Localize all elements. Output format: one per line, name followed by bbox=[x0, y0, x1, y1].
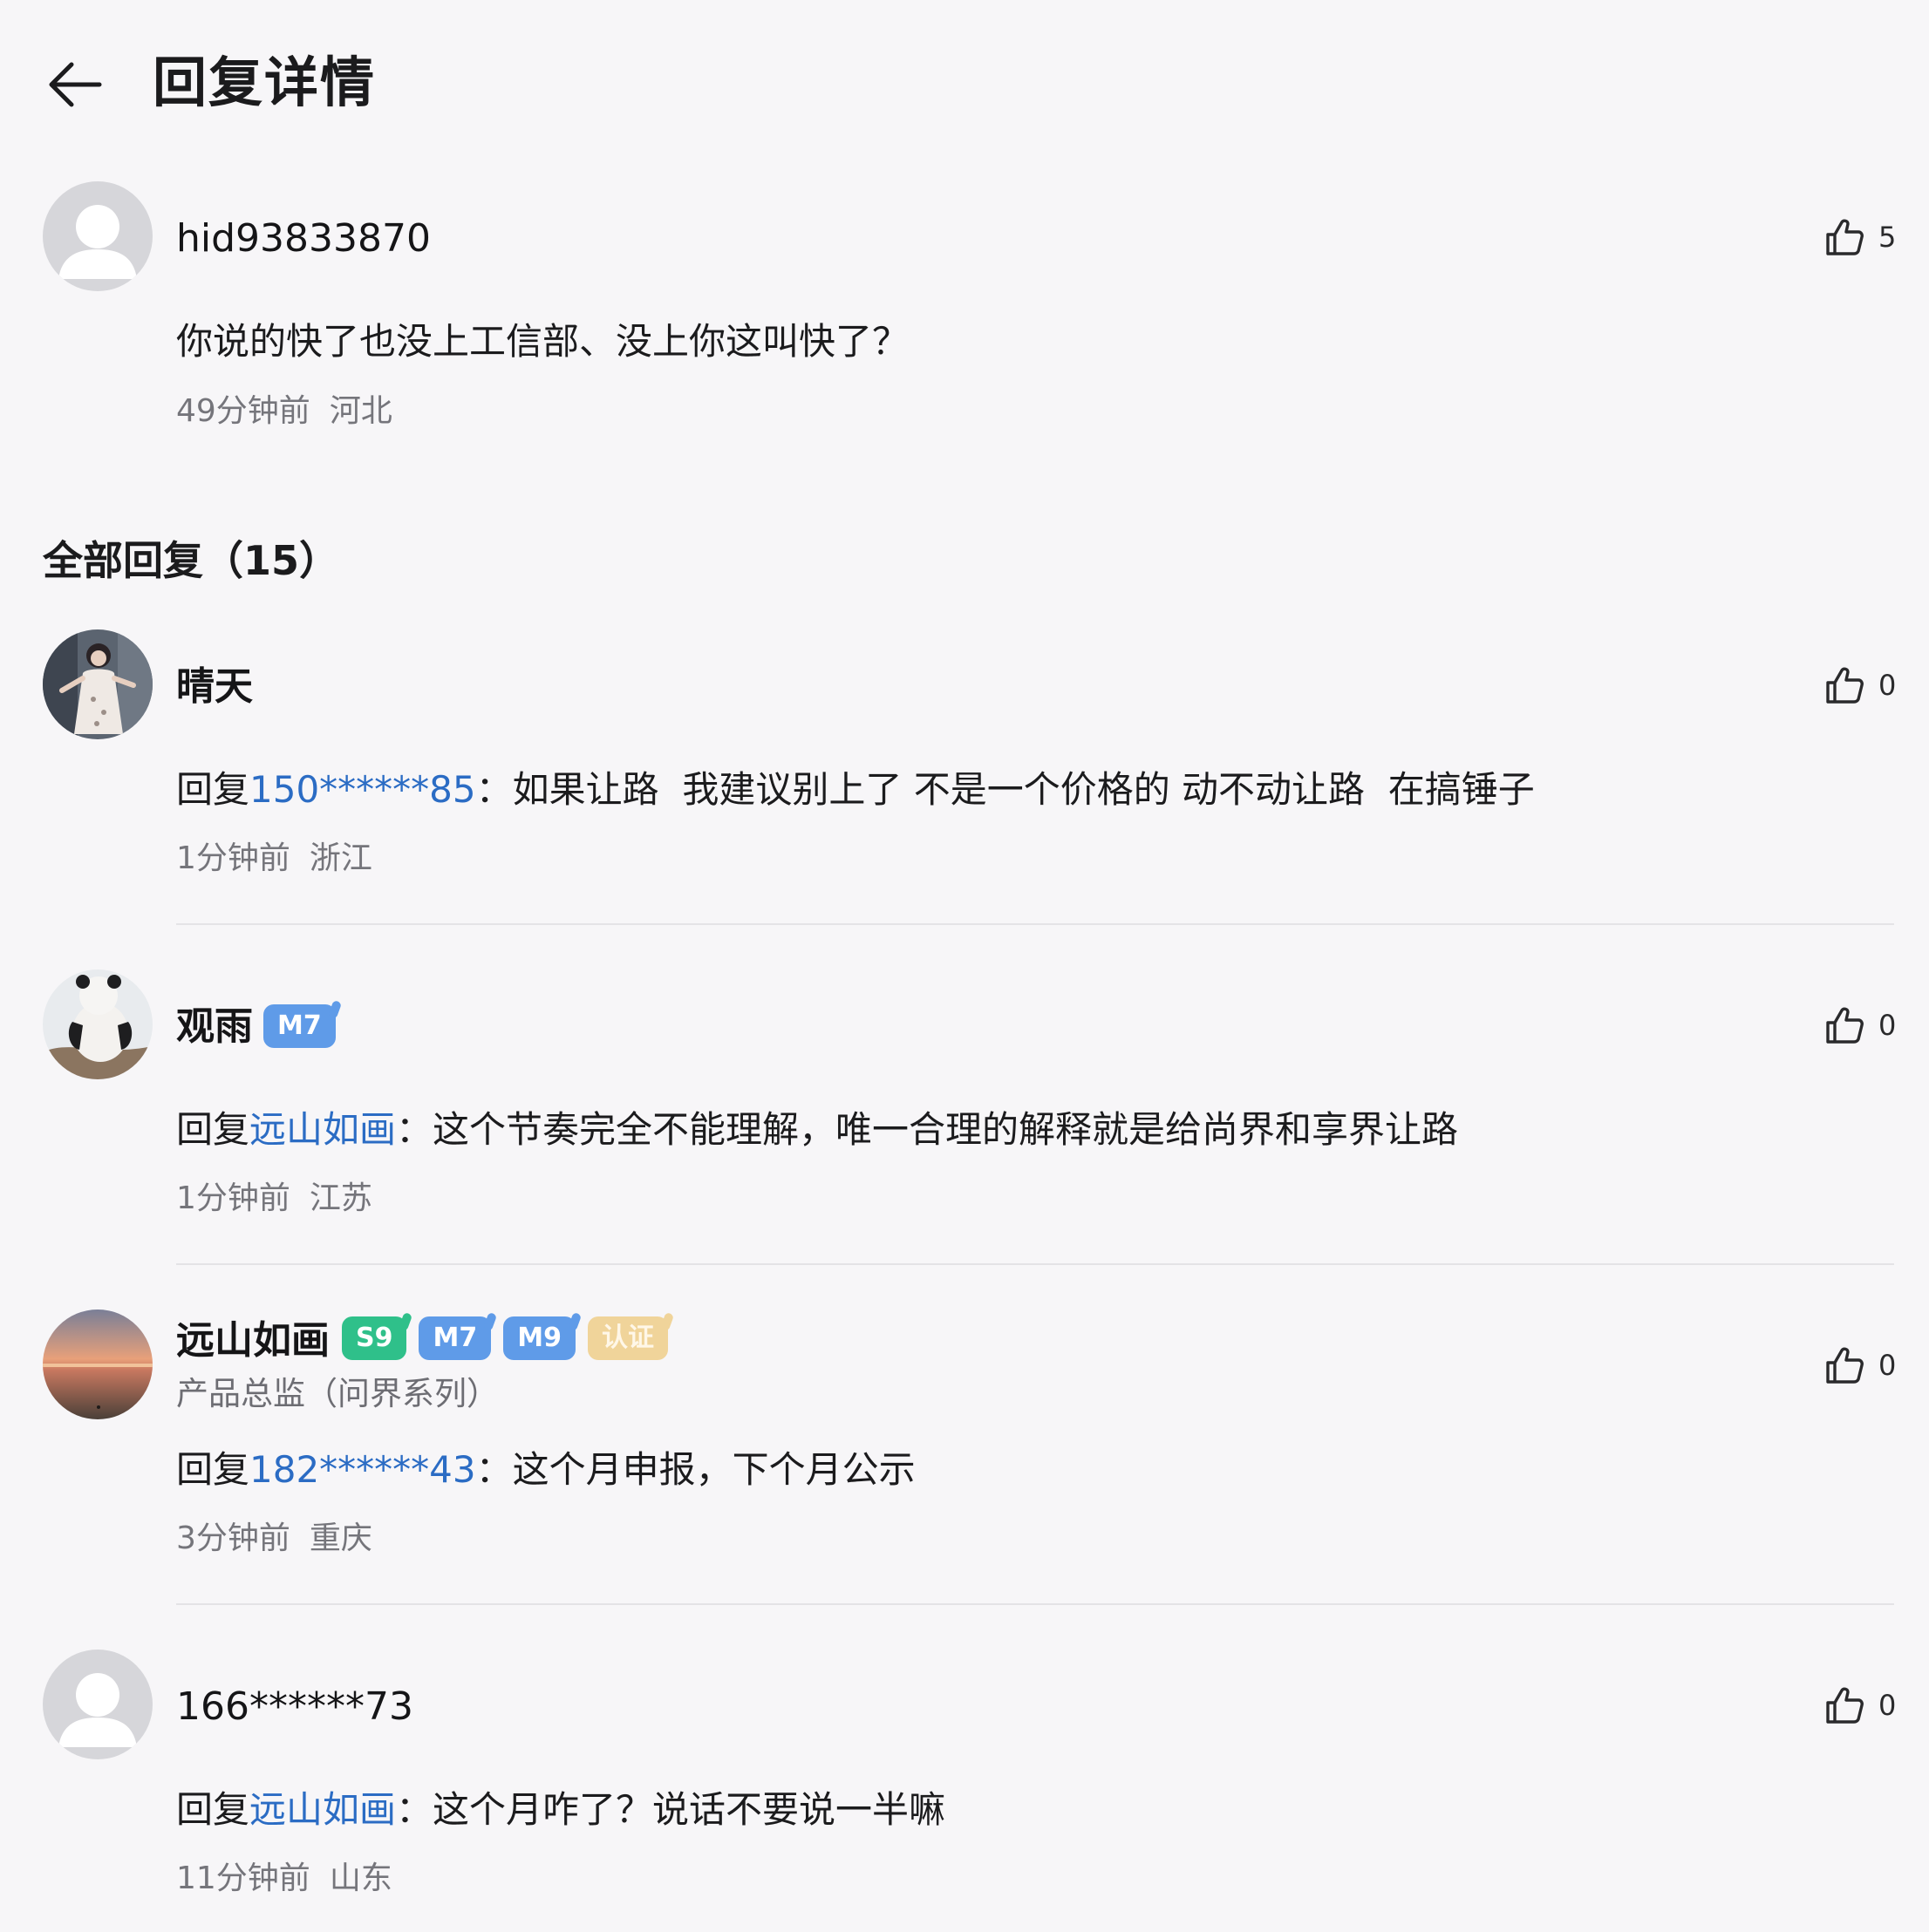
badge-group: S9 M7 M9 认证 bbox=[342, 1316, 668, 1360]
arrow-left-icon bbox=[49, 62, 102, 107]
location: 重庆 bbox=[309, 1520, 372, 1556]
badge-m7: M7 bbox=[419, 1316, 492, 1360]
avatar[interactable] bbox=[43, 629, 153, 739]
comment-text: 你说的快了也没上工信部、没上你这叫快了？ bbox=[176, 320, 910, 363]
reply-to-link[interactable]: 182******43 bbox=[249, 1448, 476, 1491]
comment-meta: 49分钟前 河北 bbox=[176, 390, 392, 433]
reply-separator: ： bbox=[475, 768, 513, 811]
reply-body: 这个节奏完全不能理解，唯一合理的解释就是给尚界和享界让路 bbox=[433, 1108, 1459, 1151]
like-button[interactable]: 0 bbox=[1823, 999, 1896, 1051]
badge-m9: M9 bbox=[503, 1316, 576, 1360]
like-button[interactable]: 0 bbox=[1823, 1339, 1896, 1391]
like-count: 5 bbox=[1878, 221, 1897, 254]
reply-text: 回复150******85：如果让路 我建议别上了 不是一个价格的 动不动让路 … bbox=[176, 764, 1535, 816]
location: 江苏 bbox=[309, 1180, 372, 1216]
reply-body: 这个月申报，下个月公示 bbox=[512, 1448, 916, 1491]
reply-to-link[interactable]: 远山如画 bbox=[249, 1108, 396, 1151]
reply-prefix: 回复 bbox=[176, 768, 250, 811]
timestamp: 3分钟前 bbox=[176, 1520, 290, 1556]
reply-prefix: 回复 bbox=[176, 1788, 250, 1831]
person-silhouette-icon bbox=[43, 1650, 153, 1759]
reply-separator: ： bbox=[475, 1448, 513, 1491]
username[interactable]: 晴天 bbox=[176, 661, 253, 713]
username[interactable]: 166******73 bbox=[176, 1681, 413, 1733]
reply-to-link[interactable]: 远山如画 bbox=[249, 1788, 396, 1831]
reply-text: 回复远山如画：这个节奏完全不能理解，唯一合理的解释就是给尚界和享界让路 bbox=[176, 1104, 1458, 1156]
username[interactable]: 观雨 bbox=[176, 1001, 253, 1053]
like-button[interactable]: 0 bbox=[1823, 659, 1896, 711]
reply-text: 回复远山如画：这个月咋了？说话不要说一半嘛 bbox=[176, 1784, 945, 1836]
reply-prefix: 回复 bbox=[176, 1108, 250, 1151]
reply-body: 如果让路 我建议别上了 不是一个价格的 动不动让路 在搞锤子 bbox=[512, 768, 1535, 811]
avatar[interactable] bbox=[43, 969, 153, 1079]
reply-separator: ： bbox=[396, 1108, 433, 1151]
badge-group: M7 bbox=[263, 1004, 336, 1048]
like-count: 0 bbox=[1878, 669, 1897, 702]
badge-s9: S9 bbox=[342, 1316, 407, 1360]
timestamp: 1分钟前 bbox=[176, 1180, 290, 1216]
avatar[interactable] bbox=[43, 1650, 153, 1759]
back-button[interactable] bbox=[45, 54, 106, 115]
replies-section-title: 全部回复（15） bbox=[43, 537, 340, 584]
badge-m7: M7 bbox=[263, 1004, 336, 1048]
like-count: 0 bbox=[1878, 1689, 1897, 1722]
thumbs-up-icon bbox=[1826, 1007, 1864, 1044]
reply-meta: 1分钟前 江苏 bbox=[176, 1177, 372, 1221]
like-button[interactable]: 5 bbox=[1823, 211, 1896, 263]
like-count: 0 bbox=[1878, 1009, 1897, 1042]
avatar[interactable] bbox=[43, 181, 153, 291]
like-button[interactable]: 0 bbox=[1823, 1679, 1896, 1731]
divider bbox=[176, 923, 1894, 925]
girl-photo-avatar bbox=[43, 629, 153, 739]
header-bar: 回复详情 bbox=[0, 0, 1929, 166]
location: 山东 bbox=[329, 1861, 392, 1896]
reply-meta: 11分钟前 山东 bbox=[176, 1857, 392, 1901]
badge-verified: 认证 bbox=[587, 1316, 668, 1360]
username[interactable]: hid93833870 bbox=[176, 213, 431, 265]
location: 河北 bbox=[329, 393, 392, 429]
location: 浙江 bbox=[309, 840, 372, 876]
reply-meta: 1分钟前 浙江 bbox=[176, 837, 372, 881]
thumbs-up-icon bbox=[1826, 1687, 1864, 1724]
person-silhouette-icon bbox=[43, 181, 153, 291]
reply-prefix: 回复 bbox=[176, 1448, 250, 1491]
reply-body: 这个月咋了？说话不要说一半嘛 bbox=[433, 1788, 946, 1831]
thumbs-up-icon bbox=[1826, 219, 1864, 255]
panda-avatar bbox=[43, 969, 153, 1079]
timestamp: 1分钟前 bbox=[176, 840, 290, 876]
thumbs-up-icon bbox=[1826, 667, 1864, 704]
reply-text: 回复182******43：这个月申报，下个月公示 bbox=[176, 1444, 916, 1496]
reply-meta: 3分钟前 重庆 bbox=[176, 1517, 372, 1561]
divider bbox=[176, 1603, 1894, 1605]
username[interactable]: 远山如画 bbox=[176, 1315, 330, 1367]
divider bbox=[176, 1263, 1894, 1265]
timestamp: 49分钟前 bbox=[176, 393, 310, 429]
user-title: 产品总监（问界系列） bbox=[176, 1375, 499, 1412]
timestamp: 11分钟前 bbox=[176, 1861, 310, 1896]
page-title: 回复详情 bbox=[153, 51, 377, 114]
like-count: 0 bbox=[1878, 1349, 1897, 1382]
reply-separator: ： bbox=[396, 1788, 433, 1831]
reply-to-link[interactable]: 150******85 bbox=[249, 768, 476, 811]
sunset-avatar bbox=[43, 1310, 153, 1419]
avatar[interactable] bbox=[43, 1310, 153, 1419]
thumbs-up-icon bbox=[1826, 1347, 1864, 1384]
